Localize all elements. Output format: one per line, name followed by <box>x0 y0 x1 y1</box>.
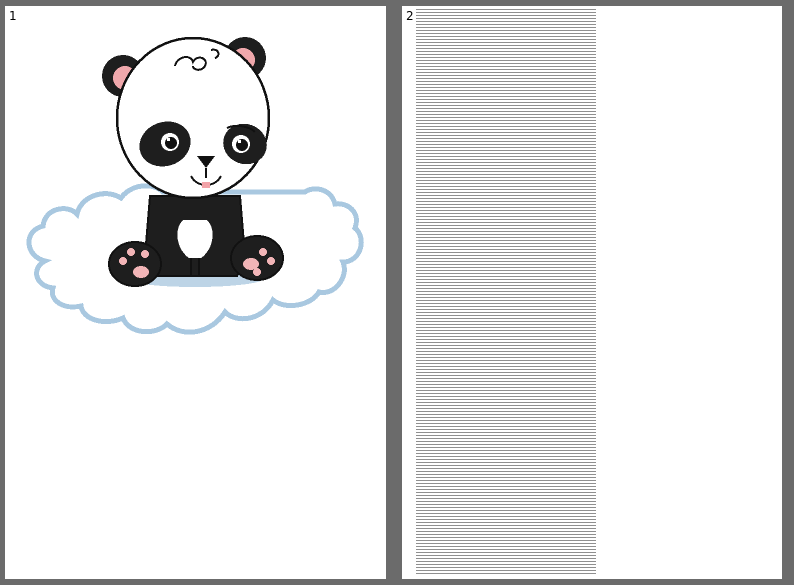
panda-left-foot <box>108 241 162 287</box>
panda-right-foot <box>230 235 284 281</box>
text-lines-block <box>416 9 596 575</box>
panda-cloud-illustration <box>26 36 364 335</box>
page-number-2: 2 <box>406 9 414 23</box>
panda-head <box>115 36 271 200</box>
page-1[interactable]: 1 <box>5 6 386 579</box>
page-2[interactable]: 2 <box>402 6 782 579</box>
document-viewer: 1 2 <box>0 0 794 585</box>
